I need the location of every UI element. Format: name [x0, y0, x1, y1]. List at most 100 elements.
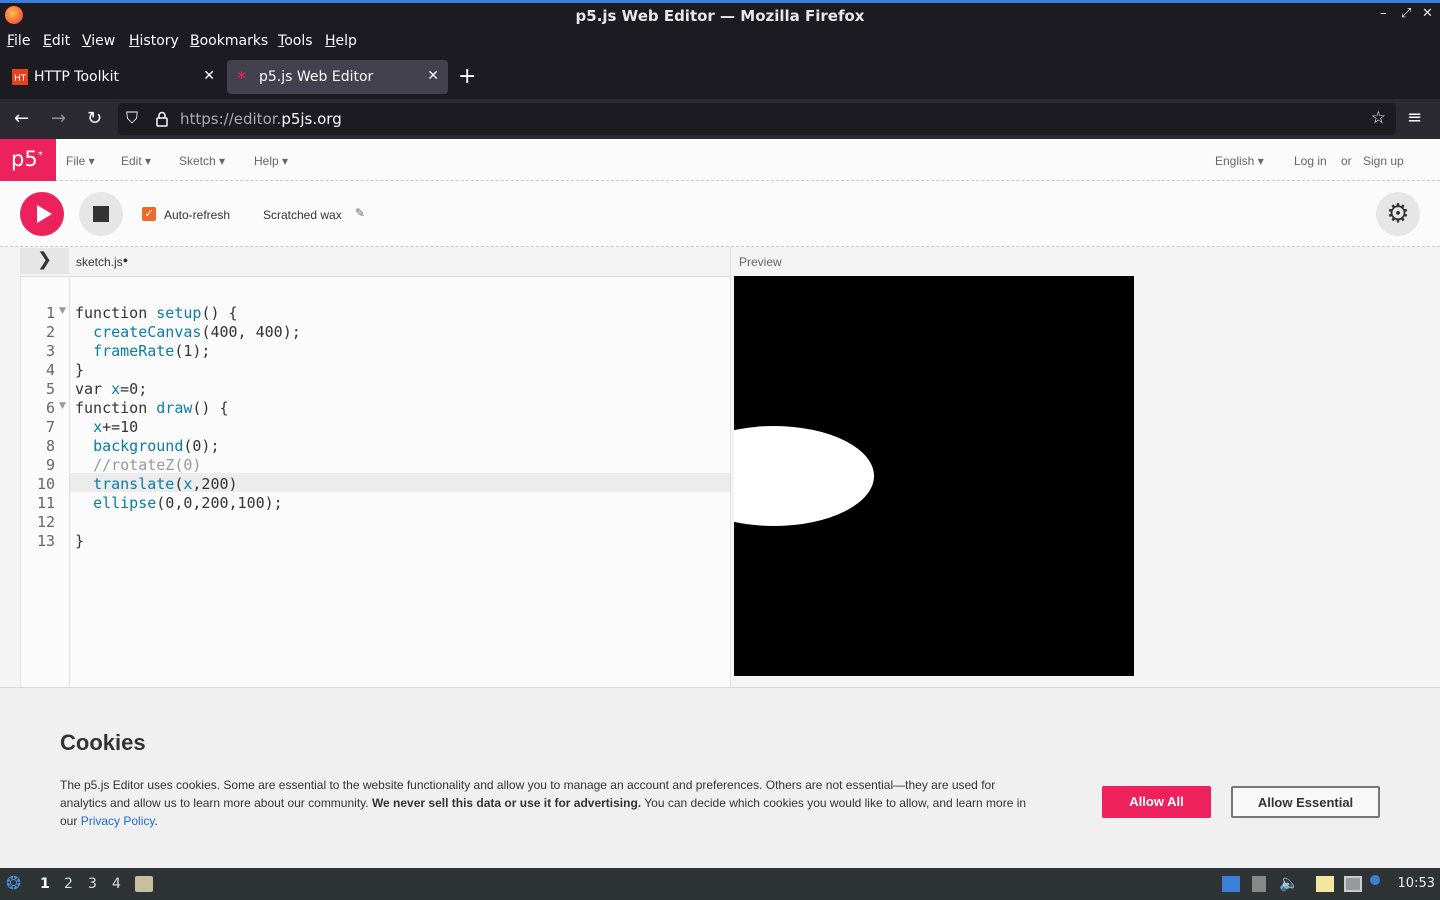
fold-arrow-icon[interactable]: ▼ — [59, 306, 66, 316]
http-toolkit-icon: HT — [12, 69, 28, 85]
allow-all-button[interactable]: Allow All — [1102, 786, 1211, 818]
menu-tools[interactable]: Tools — [278, 33, 313, 49]
maximize-icon[interactable]: ⤢ — [1401, 6, 1411, 21]
play-button[interactable] — [20, 192, 64, 236]
p5-menu-sketch[interactable]: Sketch ▾ — [179, 154, 225, 168]
code-line-1: function setup() { — [75, 304, 238, 322]
shield-icon[interactable]: ⛉ — [126, 108, 138, 128]
menu-bookmarks[interactable]: Bookmarks — [190, 33, 268, 49]
cookie-title: Cookies — [60, 730, 146, 755]
allow-essential-button[interactable]: Allow Essential — [1231, 786, 1380, 818]
line-number: 8 — [45, 437, 55, 455]
url-bar[interactable]: ⛉ https://editor.p5js.org ☆ — [118, 103, 1396, 135]
code-line-10: translate(x,200) — [93, 475, 238, 493]
eject-icon[interactable] — [1252, 876, 1266, 892]
code-line-11: ellipse(0,0,200,100); — [93, 494, 283, 512]
navigation-bar: ← → ↻ ⛉ https://editor.p5js.org ☆ ≡ — [0, 99, 1440, 139]
settings-gear-button[interactable]: ⚙ — [1376, 192, 1420, 236]
workspace-4[interactable]: 4 — [112, 876, 121, 892]
tab-close-icon[interactable]: ✕ — [427, 68, 439, 84]
line-number: 12 — [36, 513, 55, 531]
stop-button[interactable] — [79, 192, 123, 236]
workspace-3[interactable]: 3 — [88, 876, 97, 892]
auto-refresh-checkbox[interactable]: ✓ — [142, 207, 156, 221]
window-titlebar: p5.js Web Editor — Mozilla Firefox – ⤢ ✕ — [0, 0, 1440, 29]
pane-divider[interactable] — [730, 247, 731, 688]
file-tab-sketch-js[interactable]: sketch.js● — [76, 255, 128, 269]
svg-text:*: * — [237, 69, 246, 85]
file-manager-icon[interactable] — [135, 876, 153, 892]
menu-view[interactable]: View — [82, 33, 115, 49]
or-text: or — [1341, 154, 1352, 168]
line-number-gutter: 1 2 3 4 5 6 7 8 9 10 11 12 13 ▼ ▼ — [21, 277, 70, 689]
line-number: 10 — [36, 475, 55, 493]
code-line-3: frameRate(1); — [93, 342, 211, 360]
line-number: 9 — [45, 456, 55, 474]
line-number: 1 — [45, 304, 55, 322]
svg-text:HT: HT — [14, 74, 27, 84]
line-number: 3 — [45, 342, 55, 360]
preview-label: Preview — [739, 255, 782, 269]
browser-menubar: File Edit View History Bookmarks Tools H… — [0, 29, 1440, 54]
pencil-icon[interactable]: ✎ — [355, 206, 365, 220]
login-link[interactable]: Log in — [1294, 154, 1327, 168]
code-line-5: var x=0; — [75, 380, 148, 398]
system-taskbar: ❂ 1 2 3 4 🔈 10:53 — [0, 868, 1440, 900]
preview-canvas[interactable] — [734, 276, 1134, 676]
tab-close-icon[interactable]: ✕ — [203, 68, 215, 84]
menu-edit[interactable]: Edit — [43, 33, 70, 49]
hamburger-menu-icon[interactable]: ≡ — [1407, 107, 1422, 128]
tab-p5js-editor[interactable]: * p5.js Web Editor ✕ — [227, 60, 448, 94]
forward-arrow-icon[interactable]: → — [51, 108, 66, 129]
bookmark-star-icon[interactable]: ☆ — [1371, 108, 1386, 128]
minimize-icon[interactable]: – — [1380, 6, 1387, 21]
workspace-2[interactable]: 2 — [64, 876, 73, 892]
line-number: 2 — [45, 323, 55, 341]
sidebar-expand-button[interactable]: ❯ — [20, 248, 69, 274]
code-line-7: x+=10 — [93, 418, 139, 436]
line-number: 5 — [45, 380, 55, 398]
menu-history[interactable]: History — [129, 33, 179, 49]
start-menu-icon[interactable]: ❂ — [6, 873, 21, 894]
back-arrow-icon[interactable]: ← — [14, 108, 29, 129]
line-number: 11 — [36, 494, 55, 512]
p5-menu-help[interactable]: Help ▾ — [254, 154, 288, 168]
reload-icon[interactable]: ↻ — [87, 108, 102, 129]
notes-icon[interactable] — [1316, 876, 1334, 892]
line-number: 6 — [45, 399, 55, 417]
code-editor[interactable]: 1 2 3 4 5 6 7 8 9 10 11 12 13 ▼ ▼ functi… — [20, 276, 730, 689]
tab-label: p5.js Web Editor — [259, 69, 374, 85]
line-number: 4 — [45, 361, 55, 379]
line-number: 7 — [45, 418, 55, 436]
close-window-icon[interactable]: ✕ — [1422, 6, 1433, 21]
code-line-4: } — [75, 361, 85, 379]
code-line-13: } — [75, 532, 85, 550]
notification-icon[interactable] — [1370, 875, 1380, 885]
network-icon[interactable] — [1344, 876, 1362, 892]
clock[interactable]: 10:53 — [1398, 876, 1435, 891]
lock-icon[interactable] — [156, 111, 168, 127]
language-select[interactable]: English ▾ — [1215, 154, 1264, 168]
p5-menu-file[interactable]: File ▾ — [66, 154, 95, 168]
volume-icon[interactable]: 🔈 — [1279, 873, 1299, 892]
p5-logo[interactable]: p5* — [0, 139, 56, 181]
sketch-name[interactable]: Scratched wax — [263, 208, 342, 222]
code-line-9: //rotateZ(0) — [93, 456, 202, 474]
menu-help[interactable]: Help — [325, 33, 357, 49]
code-line-6: function draw() { — [75, 399, 229, 417]
p5-header: p5* File ▾ Edit ▾ Sketch ▾ Help ▾ Englis… — [0, 139, 1440, 181]
fold-arrow-icon[interactable]: ▼ — [59, 401, 66, 411]
signup-link[interactable]: Sign up — [1363, 154, 1404, 168]
menu-file[interactable]: File — [7, 33, 30, 49]
desktop-icon[interactable] — [1222, 876, 1240, 892]
line-number: 13 — [36, 532, 55, 550]
p5-menu-edit[interactable]: Edit ▾ — [121, 154, 151, 168]
tab-http-toolkit[interactable]: HT HTTP Toolkit ✕ — [2, 60, 224, 94]
p5-asterisk-icon: * — [237, 69, 246, 85]
new-tab-icon[interactable]: + — [458, 64, 476, 89]
auto-refresh-label[interactable]: Auto-refresh — [164, 208, 230, 222]
privacy-policy-link[interactable]: Privacy Policy — [81, 814, 155, 828]
url-text[interactable]: https://editor.p5js.org — [180, 110, 342, 128]
workspace-1[interactable]: 1 — [40, 876, 50, 892]
tab-strip: HT HTTP Toolkit ✕ * p5.js Web Editor ✕ + — [0, 54, 1440, 99]
